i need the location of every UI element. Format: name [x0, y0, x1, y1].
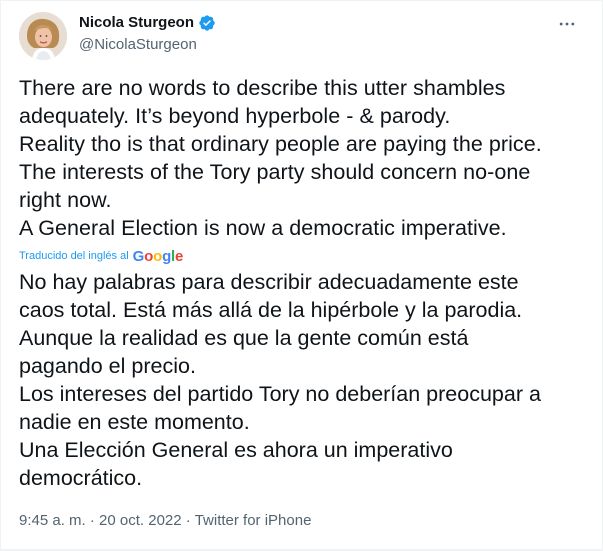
avatar[interactable] [19, 12, 67, 60]
tweet-text-line: adequately. It’s beyond hyperbole - & pa… [19, 104, 451, 128]
author-handle[interactable]: @NicolaSturgeon [79, 35, 216, 55]
translated-text-line: nadie en este momento. [19, 410, 250, 434]
tweet-text-line: Reality tho is that ordinary people are … [19, 132, 542, 156]
tweet-source-link[interactable]: Twitter for iPhone [195, 512, 312, 529]
tweet-text-line: A General Election is now a democratic i… [19, 216, 507, 240]
author-name-row: Nicola Sturgeon [79, 12, 216, 34]
verified-badge-icon [198, 14, 216, 32]
translated-tweet-text: No hay palabras para describir adecuadam… [19, 268, 588, 492]
bottom-divider [1, 549, 602, 550]
translated-text-line: Aunque la realidad es que la gente común… [19, 326, 469, 350]
profile-photo-icon [19, 12, 67, 60]
meta-separator: · [85, 512, 100, 529]
tweet-card: Nicola Sturgeon @NicolaSturgeon There ar… [0, 0, 603, 551]
more-options-button[interactable] [550, 14, 584, 38]
tweet-time-link[interactable]: 9:45 a. m. [19, 512, 86, 529]
tweet-header: Nicola Sturgeon @NicolaSturgeon [19, 10, 584, 62]
tweet-metadata: 9:45 a. m. · 20 oct. 2022 · Twitter for … [19, 511, 311, 531]
tweet-text: There are no words to describe this utte… [19, 74, 588, 242]
tweet-text-line: There are no words to describe this utte… [19, 76, 506, 100]
tweet-text-line: right now. [19, 188, 112, 212]
translated-text-line: Una Elección General es ahora un imperat… [19, 438, 453, 462]
translated-text-line: democrático. [19, 466, 143, 490]
translation-attribution[interactable]: Traducido del inglés al Google [19, 247, 183, 265]
author-block: Nicola Sturgeon @NicolaSturgeon [79, 12, 216, 55]
display-name[interactable]: Nicola Sturgeon [79, 13, 194, 33]
translated-text-line: Los intereses del partido Tory no deberí… [19, 382, 541, 406]
meta-separator: · [181, 512, 195, 529]
tweet-text-line: The interests of the Tory party should c… [19, 160, 531, 184]
translated-text-line: caos total. Está más allá de la hipérbol… [19, 298, 523, 322]
more-horizontal-icon [557, 14, 577, 39]
translated-text-line: No hay palabras para describir adecuadam… [19, 270, 519, 294]
translation-label: Traducido del inglés al [19, 250, 129, 262]
tweet-date-link[interactable]: 20 oct. 2022 [99, 512, 182, 529]
google-logo: Google [132, 248, 184, 265]
translated-text-line: pagando el precio. [19, 354, 196, 378]
